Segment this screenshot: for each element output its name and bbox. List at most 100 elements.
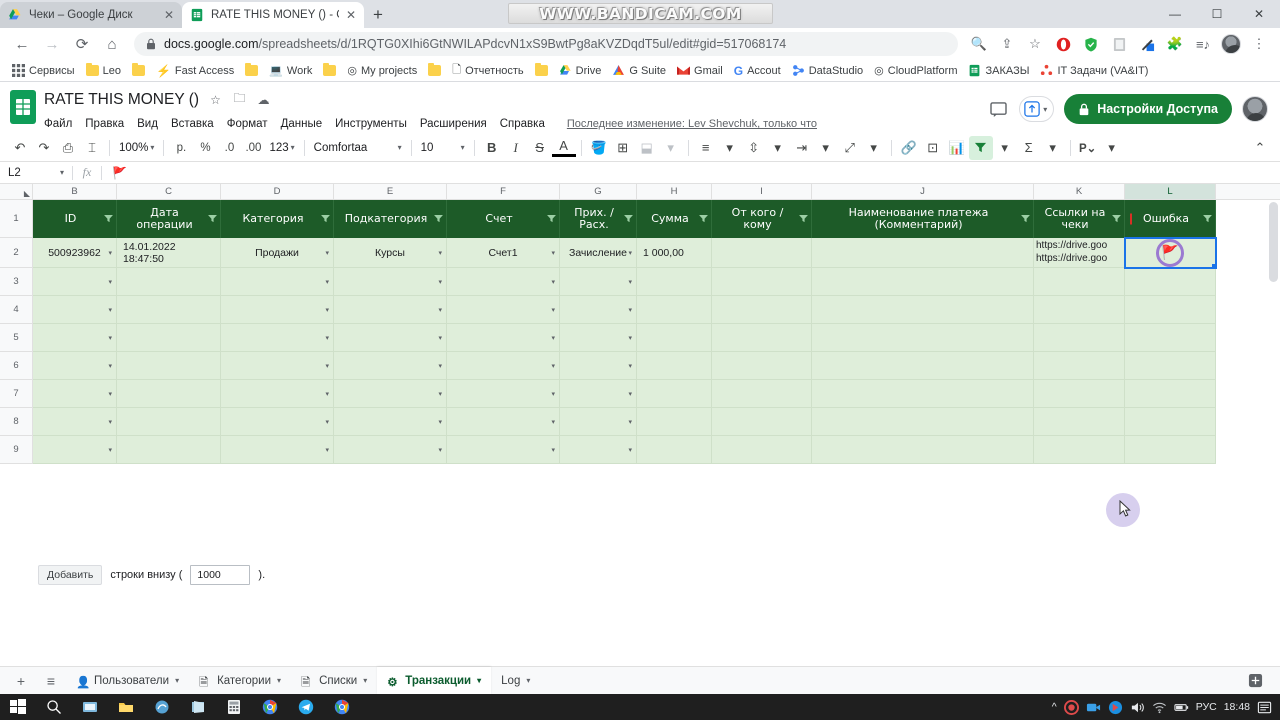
cell-G6[interactable]: ▾ — [560, 352, 637, 380]
bookmark-item-work[interactable]: 💻 Work — [264, 61, 317, 81]
calculator-icon[interactable] — [216, 694, 252, 720]
address-bar[interactable]: docs.google.com/spreadsheets/d/1RQTG0XIh… — [134, 32, 958, 56]
back-button[interactable]: ← — [8, 30, 36, 58]
chevron-down-icon[interactable]: ▾ — [551, 249, 555, 257]
column-header-D[interactable]: D — [221, 184, 334, 199]
bookmark-item-services[interactable]: Сервисы — [7, 61, 80, 81]
cell-I6[interactable] — [712, 352, 812, 380]
cell-G7[interactable]: ▾ — [560, 380, 637, 408]
battery-icon[interactable] — [1174, 700, 1189, 715]
menu-item-extensions[interactable]: Расширения — [420, 118, 487, 130]
chevron-down-icon[interactable]: ▾ — [325, 418, 329, 426]
cell-I5[interactable] — [712, 324, 812, 352]
column-header-J[interactable]: J — [812, 184, 1034, 199]
cell-K5[interactable] — [1034, 324, 1125, 352]
tab-close-icon[interactable]: ✕ — [346, 8, 356, 22]
cell-E4[interactable]: ▾ — [334, 296, 447, 324]
bookmark-item-my-projects[interactable]: ◎ My projects — [342, 61, 422, 81]
print-icon[interactable]: ⎙ — [56, 136, 80, 160]
insert-link-icon[interactable]: 🔗 — [897, 136, 921, 160]
insert-comment-icon[interactable]: ⊡ — [921, 136, 945, 160]
chevron-down-icon[interactable]: ▾ — [628, 446, 632, 454]
row-header-3[interactable]: 3 — [0, 268, 33, 296]
column-header-E[interactable]: E — [334, 184, 447, 199]
formula-input[interactable]: 🚩 — [102, 166, 1280, 180]
pen-icon[interactable] — [1134, 31, 1160, 57]
chevron-down-icon[interactable]: ▾ — [325, 334, 329, 342]
record-icon[interactable] — [1063, 699, 1079, 715]
cell-E3[interactable]: ▾ — [334, 268, 447, 296]
chevron-down-icon[interactable]: ▾ — [108, 278, 112, 286]
chevron-down-icon[interactable]: ▾ — [108, 334, 112, 342]
cell-B7[interactable]: ▾ — [33, 380, 117, 408]
chevron-down-icon[interactable]: ▾ — [325, 249, 329, 257]
cell-H9[interactable] — [637, 436, 712, 464]
cell-K9[interactable] — [1034, 436, 1125, 464]
redo-icon[interactable]: ↷ — [32, 136, 56, 160]
chevron-down-icon[interactable]: ▾ — [438, 334, 442, 342]
close-window-button[interactable]: ✕ — [1238, 0, 1280, 28]
cell-F7[interactable]: ▾ — [447, 380, 560, 408]
chevron-down-icon[interactable]: ▾ — [108, 306, 112, 314]
cell-B2[interactable]: 500923962 ▾ — [33, 238, 117, 268]
notifications-icon[interactable] — [1257, 700, 1272, 715]
wifi-icon[interactable] — [1152, 700, 1167, 715]
chevron-down-icon[interactable]: ▾ — [993, 136, 1017, 160]
share-button[interactable]: Настройки Доступа — [1064, 94, 1232, 124]
move-to-folder-icon[interactable]: 🗀 — [232, 91, 247, 107]
chevron-down-icon[interactable]: ▾ — [438, 390, 442, 398]
cell-G9[interactable]: ▾ — [560, 436, 637, 464]
filter-icon[interactable] — [1021, 215, 1030, 223]
cell-E7[interactable]: ▾ — [334, 380, 447, 408]
sheet-tab-users[interactable]: 👤 Пользователи ▾ — [66, 667, 189, 695]
chevron-down-icon[interactable]: ▾ — [108, 362, 112, 370]
column-header-G[interactable]: G — [560, 184, 637, 199]
chevron-down-icon[interactable]: ▾ — [438, 249, 442, 257]
bookmark-folder-spacer-5[interactable] — [530, 61, 553, 81]
cell-D4[interactable]: ▾ — [221, 296, 334, 324]
bookmark-item-account[interactable]: G Accout — [729, 61, 786, 81]
cell-B5[interactable]: ▾ — [33, 324, 117, 352]
filter-icon[interactable] — [699, 215, 708, 223]
cell-J2[interactable] — [812, 238, 1034, 268]
chrome-icon[interactable] — [252, 694, 288, 720]
percent-format-button[interactable]: % — [193, 136, 217, 160]
cell-L7[interactable] — [1125, 380, 1216, 408]
cell-K4[interactable] — [1034, 296, 1125, 324]
cell-C5[interactable] — [117, 324, 221, 352]
store-icon[interactable] — [180, 694, 216, 720]
merge-cells-icon[interactable]: ⬓ — [635, 136, 659, 160]
sheet-tab-log[interactable]: Log ▾ — [491, 667, 540, 695]
insert-chart-icon[interactable]: 📊 — [945, 136, 969, 160]
chevron-down-icon[interactable]: ▾ — [551, 446, 555, 454]
cell-H7[interactable] — [637, 380, 712, 408]
task-view-icon[interactable] — [72, 694, 108, 720]
chevron-down-icon[interactable]: ▾ — [438, 278, 442, 286]
playlist-icon[interactable]: ≡♪ — [1190, 31, 1216, 57]
cell-B9[interactable]: ▾ — [33, 436, 117, 464]
chevron-down-icon[interactable]: ▾ — [766, 136, 790, 160]
cell-K8[interactable] — [1034, 408, 1125, 436]
add-rows-button[interactable]: Добавить — [38, 565, 103, 585]
puzzle-icon[interactable]: 🧩 — [1162, 31, 1188, 57]
home-button[interactable]: ⌂ — [98, 30, 126, 58]
cell-E2[interactable]: Курсы ▾ — [334, 238, 447, 268]
chevron-down-icon[interactable]: ▾ — [526, 676, 530, 685]
telegram-icon[interactable] — [288, 694, 324, 720]
cell-L4[interactable] — [1125, 296, 1216, 324]
vertical-scrollbar[interactable] — [1267, 200, 1280, 560]
bold-button[interactable]: B — [480, 136, 504, 160]
cell-C7[interactable] — [117, 380, 221, 408]
cell-J4[interactable] — [812, 296, 1034, 324]
cell-C2[interactable]: 14.01.2022 18:47:50 — [117, 238, 221, 268]
cell-F9[interactable]: ▾ — [447, 436, 560, 464]
new-tab-button[interactable]: + — [364, 2, 392, 28]
row-header-5[interactable]: 5 — [0, 324, 33, 352]
decrease-decimal-button[interactable]: .0 — [217, 136, 241, 160]
cell-D9[interactable]: ▾ — [221, 436, 334, 464]
bandicam-icon[interactable] — [1108, 700, 1123, 715]
cell-C9[interactable] — [117, 436, 221, 464]
cell-J9[interactable] — [812, 436, 1034, 464]
add-rows-count-input[interactable]: 1000 — [190, 565, 251, 585]
zoom-select[interactable]: 100% ▾ — [115, 137, 158, 159]
